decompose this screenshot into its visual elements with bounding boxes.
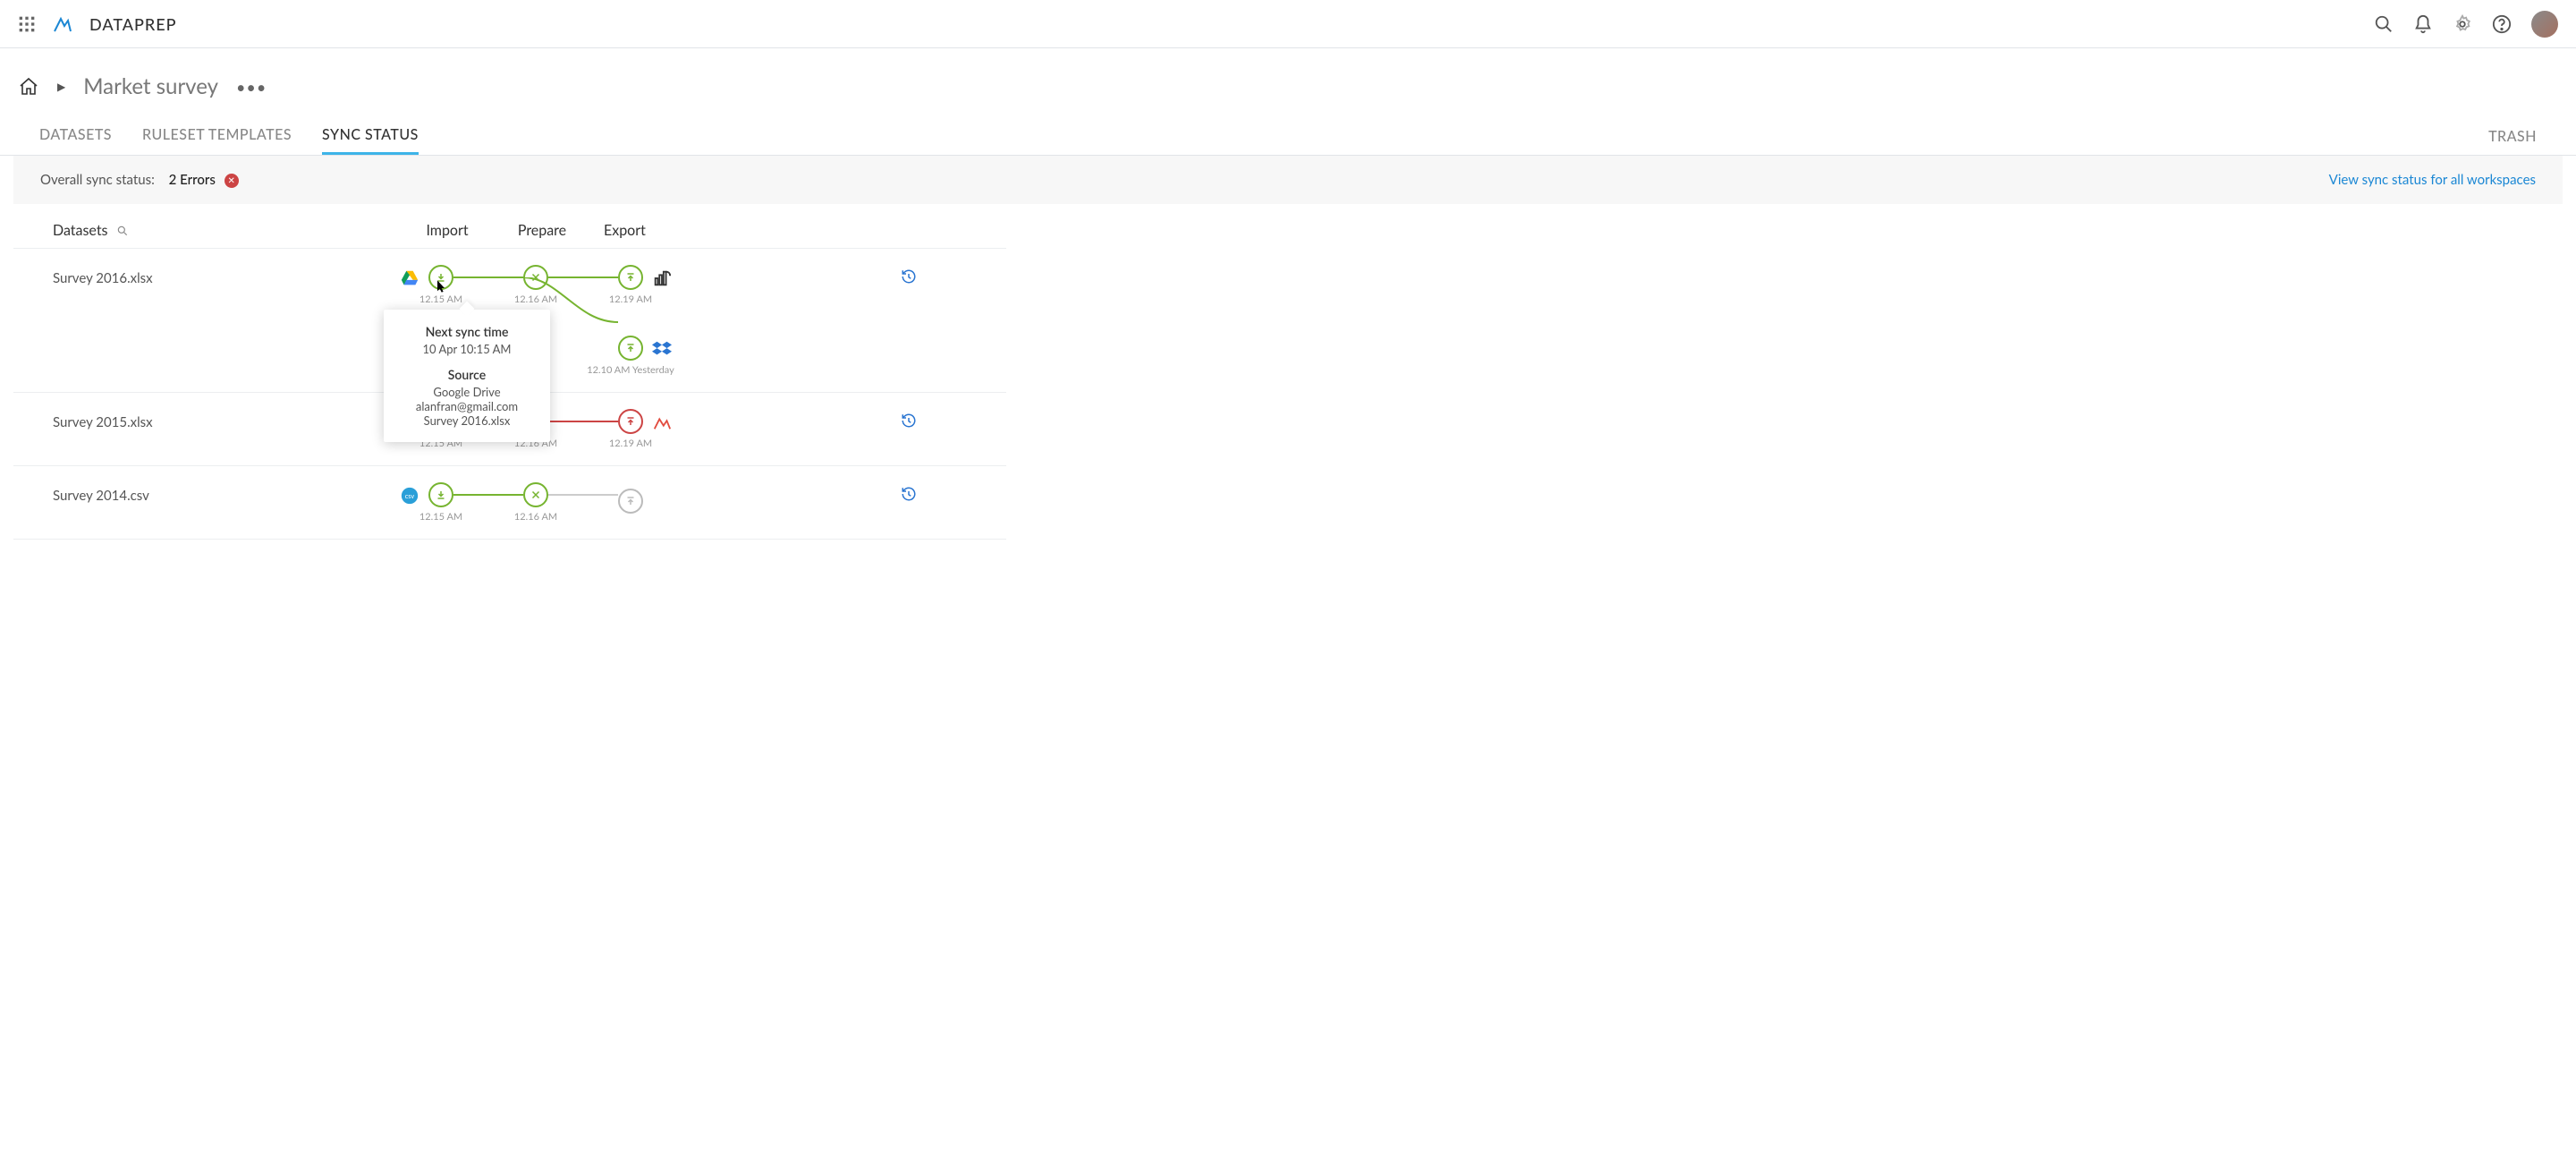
bell-icon[interactable]	[2413, 14, 2433, 34]
search-datasets-icon[interactable]	[116, 225, 129, 237]
view-all-workspaces-link[interactable]: View sync status for all workspaces	[2329, 172, 2536, 188]
col-datasets: Datasets	[53, 222, 400, 239]
topbar: DATAPREP	[0, 0, 2576, 48]
tab-ruleset-templates[interactable]: RULESET TEMPLATES	[142, 117, 292, 155]
workspace-title: Market survey	[83, 73, 218, 99]
tab-sync-status[interactable]: SYNC STATUS	[322, 117, 419, 155]
tabs-left: DATASETS RULESET TEMPLATES SYNC STATUS	[39, 117, 419, 155]
export-time: 12.10 AM Yesterday	[587, 364, 674, 376]
import-node[interactable]	[428, 265, 453, 290]
home-icon[interactable]	[18, 76, 39, 98]
status-bar: Overall sync status: 2 Errors ✕ View syn…	[13, 156, 2563, 204]
connector	[453, 276, 523, 278]
tooltip-next-sync-val: 10 Apr 10:15 AM	[394, 342, 539, 356]
table-row: Survey 2014.csv csv 12.15 AM 12.16 AM	[13, 465, 1006, 540]
col-prepare: Prepare	[495, 222, 589, 239]
dataset-name: Survey 2015.xlsx	[53, 409, 400, 430]
import-node[interactable]	[428, 482, 453, 507]
table-head: Datasets Import Prepare Export	[13, 204, 1006, 248]
app-logo-icon[interactable]	[52, 13, 73, 35]
dropbox-icon	[652, 339, 672, 359]
error-badge-icon: ✕	[225, 174, 239, 188]
status-label: Overall sync status:	[40, 172, 155, 188]
export-node[interactable]	[618, 336, 643, 361]
connector	[453, 494, 523, 496]
import-time: 12.15 AM	[419, 294, 462, 305]
tooltip-next-sync-head: Next sync time	[394, 324, 539, 339]
gdrive-icon	[400, 268, 419, 288]
tooltip-source-head: Source	[394, 367, 539, 382]
tooltip-source-l2: alanfran@gmail.com	[394, 399, 539, 413]
breadcrumb-chevron-icon: ▶	[57, 80, 65, 93]
pipeline: csv 12.15 AM 12.16 AM	[400, 482, 967, 523]
col-export: Export	[589, 222, 741, 239]
svg-text:csv: csv	[405, 491, 415, 499]
import-time: 12.15 AM	[419, 511, 462, 523]
databricks-icon	[652, 413, 672, 432]
app-name: DATAPREP	[89, 14, 177, 34]
avatar[interactable]	[2531, 11, 2558, 38]
tooltip-source-l1: Google Drive	[394, 385, 539, 399]
tooltip: Next sync time 10 Apr 10:15 AM Source Go…	[384, 310, 550, 442]
dataset-name: Survey 2014.csv	[53, 482, 400, 504]
topbar-left: DATAPREP	[18, 13, 177, 35]
export-node[interactable]	[618, 409, 643, 434]
breadcrumb: ▶ Market survey •••	[0, 48, 2576, 117]
history-icon[interactable]	[901, 413, 917, 429]
prepare-time: 12.16 AM	[514, 511, 557, 523]
export-time: 12.19 AM	[609, 438, 652, 449]
status-value: 2 Errors	[169, 172, 216, 188]
tabs: DATASETS RULESET TEMPLATES SYNC STATUS T…	[0, 117, 2576, 156]
gear-icon[interactable]	[2453, 14, 2472, 34]
branch-connector	[523, 277, 738, 331]
sync-table: Datasets Import Prepare Export Survey 20…	[0, 204, 1020, 540]
history-icon[interactable]	[901, 486, 917, 502]
tab-datasets[interactable]: DATASETS	[39, 117, 112, 155]
prepare-node[interactable]	[523, 482, 548, 507]
apps-grid-icon[interactable]	[18, 15, 36, 33]
history-icon[interactable]	[901, 268, 917, 285]
search-icon[interactable]	[2374, 14, 2394, 34]
tab-trash[interactable]: TRASH	[2488, 119, 2537, 154]
col-import: Import	[400, 222, 495, 239]
more-actions-icon[interactable]: •••	[236, 77, 267, 97]
connector	[548, 421, 618, 422]
topbar-right	[2374, 11, 2558, 38]
dataset-name: Survey 2016.xlsx	[53, 265, 400, 286]
table-row: Survey 2016.xlsx 12.15 AM	[13, 248, 1006, 392]
tooltip-source-l3: Survey 2016.xlsx	[394, 413, 539, 428]
export-node[interactable]	[618, 489, 643, 514]
col-datasets-label: Datasets	[53, 222, 107, 239]
csv-icon: csv	[400, 486, 419, 506]
help-icon[interactable]	[2492, 14, 2512, 34]
status-summary: Overall sync status: 2 Errors ✕	[40, 172, 239, 188]
connector	[548, 494, 618, 496]
pipeline: 12.15 AM Next sync time 10 Apr 10:15 AM …	[400, 265, 967, 376]
